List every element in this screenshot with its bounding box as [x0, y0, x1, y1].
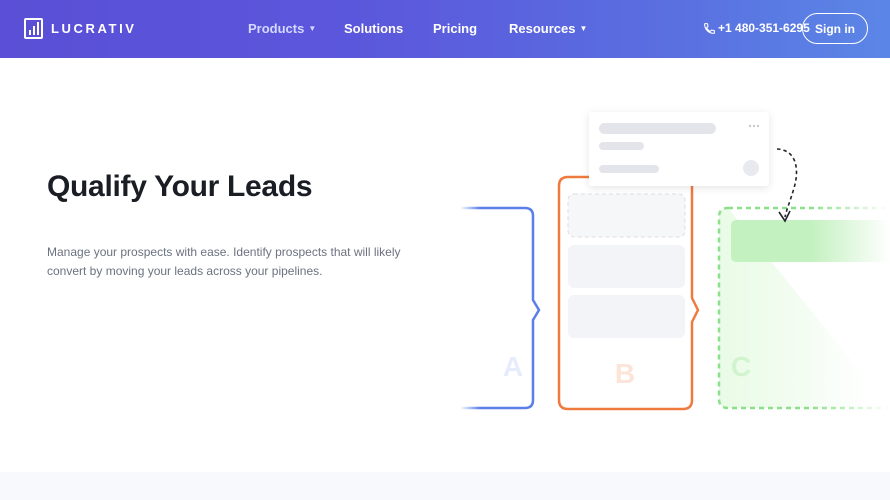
nav-pricing[interactable]: Pricing — [433, 21, 477, 36]
nav-pricing-label: Pricing — [433, 21, 478, 36]
sign-in-button[interactable]: Sign in — [802, 13, 868, 44]
avatar-placeholder — [743, 160, 759, 176]
phone-number: +1 480-351-6295 — [718, 21, 810, 35]
pipeline-column-c: C — [715, 200, 890, 415]
top-navbar: LUCRATIV Products ▼ Solutions Pricing Re… — [0, 0, 890, 58]
lead-card — [568, 295, 685, 338]
next-section-strip — [0, 472, 890, 500]
pipeline-diagram: A B C — [460, 112, 890, 415]
nav-resources[interactable]: Resources ▼ — [509, 21, 587, 36]
card-placeholder-slot — [567, 193, 686, 238]
bar-chart-logo-icon — [24, 18, 43, 39]
pipeline-column-b: B — [557, 175, 700, 411]
nav-products[interactable]: Products ▼ — [248, 21, 316, 36]
phone-link[interactable]: +1 480-351-6295 — [703, 21, 810, 35]
pipeline-column-a: A — [460, 200, 541, 415]
column-b-label: B — [615, 358, 635, 389]
pipeline-illustration: A B C — [460, 100, 890, 430]
hero-title: Qualify Your Leads — [47, 170, 313, 203]
caret-down-icon: ▼ — [308, 24, 317, 33]
nav-solutions[interactable]: Solutions — [344, 21, 403, 36]
phone-icon — [704, 22, 715, 34]
brand-logo[interactable]: LUCRATIV — [24, 18, 137, 39]
nav-products-label: Products — [248, 21, 305, 36]
caret-down-icon: ▼ — [579, 24, 588, 33]
lead-card — [568, 245, 685, 288]
more-dots-icon — [748, 124, 760, 128]
hero-description: Manage your prospects with ease. Identif… — [47, 245, 401, 278]
nav-resources-label: Resources — [509, 21, 576, 36]
nav-solutions-label: Solutions — [344, 21, 404, 36]
brand-name: LUCRATIV — [51, 21, 137, 36]
